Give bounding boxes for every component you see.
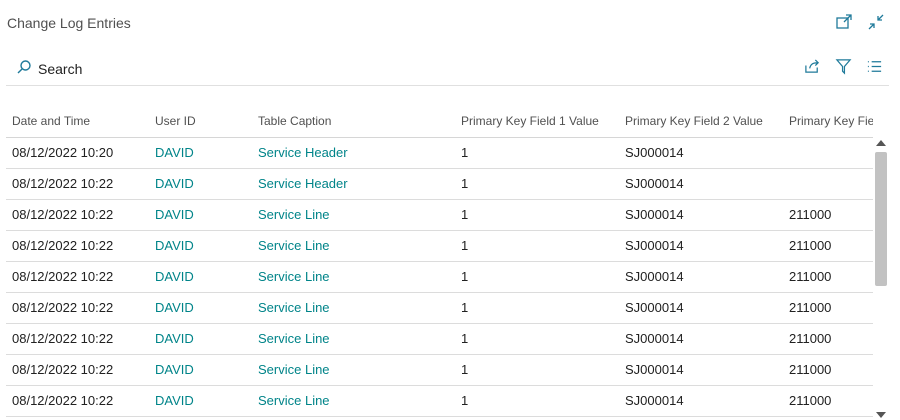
table-row[interactable]: 08/12/2022 10:22 DAVID Service Line 1 SJ… [6, 385, 873, 417]
cell-pk2: SJ000014 [625, 393, 684, 408]
cell-pk3: 211000 [789, 362, 832, 377]
filter-icon[interactable] [835, 58, 852, 80]
list-view-icon[interactable] [866, 58, 883, 80]
cell-pk1: 1 [461, 300, 469, 315]
table-row[interactable]: 08/12/2022 10:22 DAVID Service Header 1 … [6, 168, 873, 200]
column-header-pk1[interactable]: Primary Key Field 1 Value [461, 106, 599, 137]
cell-date-time: 08/12/2022 10:20 [12, 145, 114, 160]
cell-pk3: 211000 [789, 393, 832, 408]
cell-table-caption[interactable]: Service Header [258, 137, 348, 168]
cell-table-caption[interactable]: Service Header [258, 168, 348, 199]
table-row[interactable]: 08/12/2022 10:22 DAVID Service Line 1 SJ… [6, 292, 873, 324]
cell-pk2: SJ000014 [625, 362, 684, 377]
cell-date-time: 08/12/2022 10:22 [12, 331, 114, 346]
table-row[interactable]: 08/12/2022 10:22 DAVID Service Line 1 SJ… [6, 230, 873, 262]
cell-user-id[interactable]: DAVID [155, 168, 194, 199]
column-header-user-id[interactable]: User ID [155, 106, 196, 137]
cell-user-id[interactable]: DAVID [155, 137, 194, 168]
cell-date-time: 08/12/2022 10:22 [12, 238, 114, 253]
open-in-new-window-icon[interactable] [834, 12, 854, 32]
cell-user-id[interactable]: DAVID [155, 354, 194, 385]
vertical-scrollbar[interactable] [873, 138, 889, 420]
page-title: Change Log Entries [7, 15, 131, 31]
cell-pk3: 211000 [789, 269, 832, 284]
cell-pk2: SJ000014 [625, 238, 684, 253]
cell-date-time: 08/12/2022 10:22 [12, 176, 114, 191]
change-log-entries-page: Change Log Entries Search Date and Time … [0, 0, 900, 420]
cell-date-time: 08/12/2022 10:22 [12, 300, 114, 315]
table-row[interactable]: 08/12/2022 10:22 DAVID Service Line 1 SJ… [6, 261, 873, 293]
search-label: Search [38, 60, 83, 77]
table-row[interactable]: 08/12/2022 10:22 DAVID Service Line 1 SJ… [6, 199, 873, 231]
search-icon [16, 59, 32, 78]
cell-pk1: 1 [461, 176, 469, 191]
cell-user-id[interactable]: DAVID [155, 292, 194, 323]
cell-pk2: SJ000014 [625, 300, 684, 315]
cell-date-time: 08/12/2022 10:22 [12, 362, 114, 377]
column-header-pk2[interactable]: Primary Key Field 2 Value [625, 106, 763, 137]
cell-pk3: 211000 [789, 300, 832, 315]
change-log-table: Date and Time User ID Table Caption Prim… [6, 106, 873, 420]
column-header-date-time[interactable]: Date and Time [12, 106, 90, 137]
cell-user-id[interactable]: DAVID [155, 261, 194, 292]
cell-table-caption[interactable]: Service Line [258, 199, 330, 230]
cell-date-time: 08/12/2022 10:22 [12, 269, 114, 284]
cell-pk1: 1 [461, 362, 469, 377]
cell-pk2: SJ000014 [625, 331, 684, 346]
cell-user-id[interactable]: DAVID [155, 230, 194, 261]
cell-table-caption[interactable]: Service Line [258, 385, 330, 416]
table-row[interactable]: 08/12/2022 10:20 DAVID Service Header 1 … [6, 137, 873, 169]
cell-pk3: 211000 [789, 331, 832, 346]
cell-table-caption[interactable]: Service Line [258, 230, 330, 261]
cell-pk1: 1 [461, 269, 469, 284]
share-icon[interactable] [804, 58, 821, 80]
scroll-up-arrow-icon[interactable] [876, 140, 886, 146]
cell-pk2: SJ000014 [625, 207, 684, 222]
collapse-icon[interactable] [866, 12, 886, 32]
column-header-table-caption[interactable]: Table Caption [258, 106, 331, 137]
cell-pk1: 1 [461, 238, 469, 253]
table-header-row: Date and Time User ID Table Caption Prim… [6, 106, 873, 138]
cell-pk1: 1 [461, 393, 469, 408]
cell-table-caption[interactable]: Service Line [258, 323, 330, 354]
cell-pk2: SJ000014 [625, 145, 684, 160]
toolbar: Search [6, 48, 889, 86]
cell-pk3: 211000 [789, 207, 832, 222]
table-row[interactable]: 08/12/2022 10:22 DAVID Service Line 1 SJ… [6, 323, 873, 355]
cell-pk3: 211000 [789, 238, 832, 253]
cell-user-id[interactable]: DAVID [155, 323, 194, 354]
cell-pk1: 1 [461, 207, 469, 222]
cell-table-caption[interactable]: Service Line [258, 354, 330, 385]
scrollbar-thumb[interactable] [875, 152, 887, 286]
scroll-down-arrow-icon[interactable] [876, 412, 886, 418]
toolbar-actions [804, 58, 883, 80]
cell-table-caption[interactable]: Service Line [258, 261, 330, 292]
cell-pk2: SJ000014 [625, 269, 684, 284]
cell-pk1: 1 [461, 145, 469, 160]
title-actions [834, 12, 886, 32]
search-button[interactable]: Search [16, 59, 82, 78]
table-row[interactable]: 08/12/2022 10:22 DAVID Service Line 1 SJ… [6, 354, 873, 386]
column-header-pk3[interactable]: Primary Key Field 3 Va [789, 106, 873, 137]
cell-date-time: 08/12/2022 10:22 [12, 393, 114, 408]
cell-table-caption[interactable]: Service Line [258, 292, 330, 323]
cell-user-id[interactable]: DAVID [155, 199, 194, 230]
cell-user-id[interactable]: DAVID [155, 385, 194, 416]
cell-pk1: 1 [461, 331, 469, 346]
title-bar: Change Log Entries [0, 0, 900, 48]
cell-pk2: SJ000014 [625, 176, 684, 191]
cell-date-time: 08/12/2022 10:22 [12, 207, 114, 222]
